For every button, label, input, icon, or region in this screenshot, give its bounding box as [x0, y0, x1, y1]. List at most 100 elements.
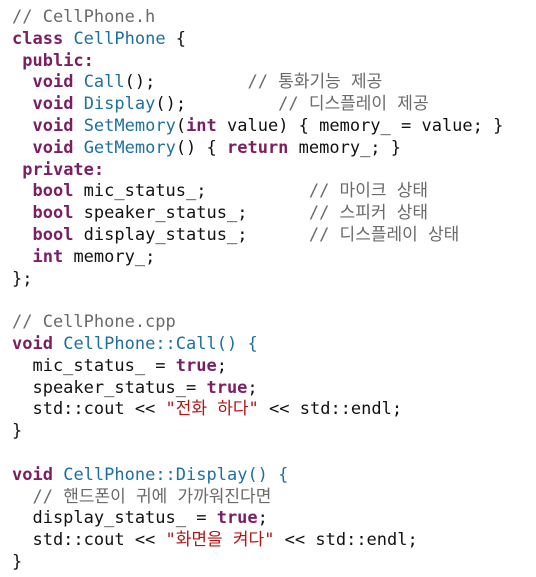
comment-token: // 핸드폰이 귀에 가까워진다면	[32, 486, 272, 507]
code-line: }	[12, 552, 532, 574]
function-token: SetMemory	[83, 115, 176, 136]
keyword-token: true	[206, 377, 248, 398]
keyword-token: void	[32, 115, 74, 136]
comment-token: // 스피커 상태	[308, 203, 428, 224]
code-text: << std::endl;	[274, 530, 418, 551]
code-text: memory_;	[63, 246, 156, 267]
code-text: ;	[247, 377, 258, 398]
code-text: std::cout <<	[12, 399, 166, 420]
code-line: class CellPhone {	[12, 29, 532, 51]
keyword-token: bool	[32, 203, 74, 224]
code-line: std::cout << "화면을 켜다" << std::endl;	[12, 530, 532, 552]
code-text: }	[12, 421, 23, 442]
keyword-token: return	[227, 137, 289, 158]
function-token: CellPhone::Call	[63, 333, 217, 354]
code-text: {	[165, 28, 187, 49]
code-line: std::cout << "전화 하다" << std::endl;	[12, 399, 532, 421]
code-line: int memory_;	[12, 247, 532, 269]
code-text: ();	[155, 94, 279, 115]
keyword-token: void	[12, 464, 53, 485]
keyword-token: void	[32, 72, 74, 93]
code-text: () {	[175, 137, 227, 158]
code-block: // CellPhone.h class CellPhone { public: …	[12, 7, 532, 574]
keyword-token: true	[216, 508, 258, 529]
keyword-token: bool	[32, 181, 74, 202]
keyword-token: bool	[32, 224, 74, 245]
comment-token: // CellPhone.h	[12, 7, 156, 27]
comment-token: // 디스플레이 제공	[278, 94, 429, 115]
keyword-token: void	[32, 137, 74, 158]
code-line: void Call(); // 통화기능 제공	[12, 72, 532, 94]
comment-token: // 디스플레이 상태	[308, 224, 460, 245]
function-token: Display	[83, 94, 156, 115]
code-text: speaker_status_;	[73, 203, 309, 224]
function-token: CellPhone::Display	[63, 464, 248, 485]
keyword-token: int	[186, 115, 217, 136]
code-text: (	[175, 115, 187, 136]
code-line: void GetMemory() { return memory_; }	[12, 138, 532, 160]
comment-token: // 마이크 상태	[308, 181, 428, 202]
keyword-token: public:	[22, 50, 94, 71]
code-line: mic_status_ = true;	[12, 356, 532, 378]
code-line: void CellPhone::Call() {	[12, 334, 532, 356]
code-line: }	[12, 421, 532, 443]
code-line: void CellPhone::Display() {	[12, 465, 532, 487]
code-line: public:	[12, 51, 532, 73]
code-line: bool mic_status_; // 마이크 상태	[12, 181, 532, 203]
comment-token: // 통화기능 제공	[247, 72, 383, 93]
code-text: value) { memory_ = value; }	[216, 115, 504, 136]
code-line: bool display_status_; // 디스플레이 상태	[12, 225, 532, 247]
function-token: () {	[216, 333, 258, 354]
function-token: GetMemory	[83, 137, 176, 158]
code-text: ();	[124, 72, 248, 93]
keyword-token: class	[12, 28, 64, 49]
keyword-token: int	[32, 246, 64, 267]
code-text: speaker_status_=	[12, 377, 207, 398]
code-text: }	[12, 551, 23, 572]
keyword-token: true	[175, 355, 217, 376]
keyword-token: void	[12, 333, 53, 354]
code-line: // CellPhone.cpp	[12, 312, 532, 334]
keyword-token: void	[32, 94, 74, 115]
function-token: () {	[247, 464, 289, 485]
code-text: mic_status_;	[73, 181, 309, 202]
function-token: CellPhone	[73, 28, 166, 49]
code-text: ;	[257, 508, 268, 529]
function-token: Call	[83, 72, 125, 93]
code-text: display_status_;	[73, 224, 309, 245]
code-line: void SetMemory(int value) { memory_ = va…	[12, 116, 532, 138]
code-text: mic_status_ =	[12, 355, 176, 376]
string-token: "전화 하다"	[165, 399, 259, 420]
code-line: // 핸드폰이 귀에 가까워진다면	[12, 487, 532, 509]
code-line: bool speaker_status_; // 스피커 상태	[12, 203, 532, 225]
code-line: private:	[12, 160, 532, 182]
string-token: "화면을 켜다"	[165, 530, 275, 551]
code-line: // CellPhone.h	[12, 7, 532, 29]
comment-token: // CellPhone.cpp	[12, 312, 176, 333]
code-text: display_status_ =	[12, 508, 217, 529]
code-line: speaker_status_= true;	[12, 378, 532, 400]
code-text: };	[12, 268, 33, 289]
code-text: << std::endl;	[258, 399, 403, 420]
keyword-token: private:	[22, 159, 105, 180]
code-text: ;	[216, 355, 227, 376]
code-text: memory_; }	[288, 137, 402, 158]
